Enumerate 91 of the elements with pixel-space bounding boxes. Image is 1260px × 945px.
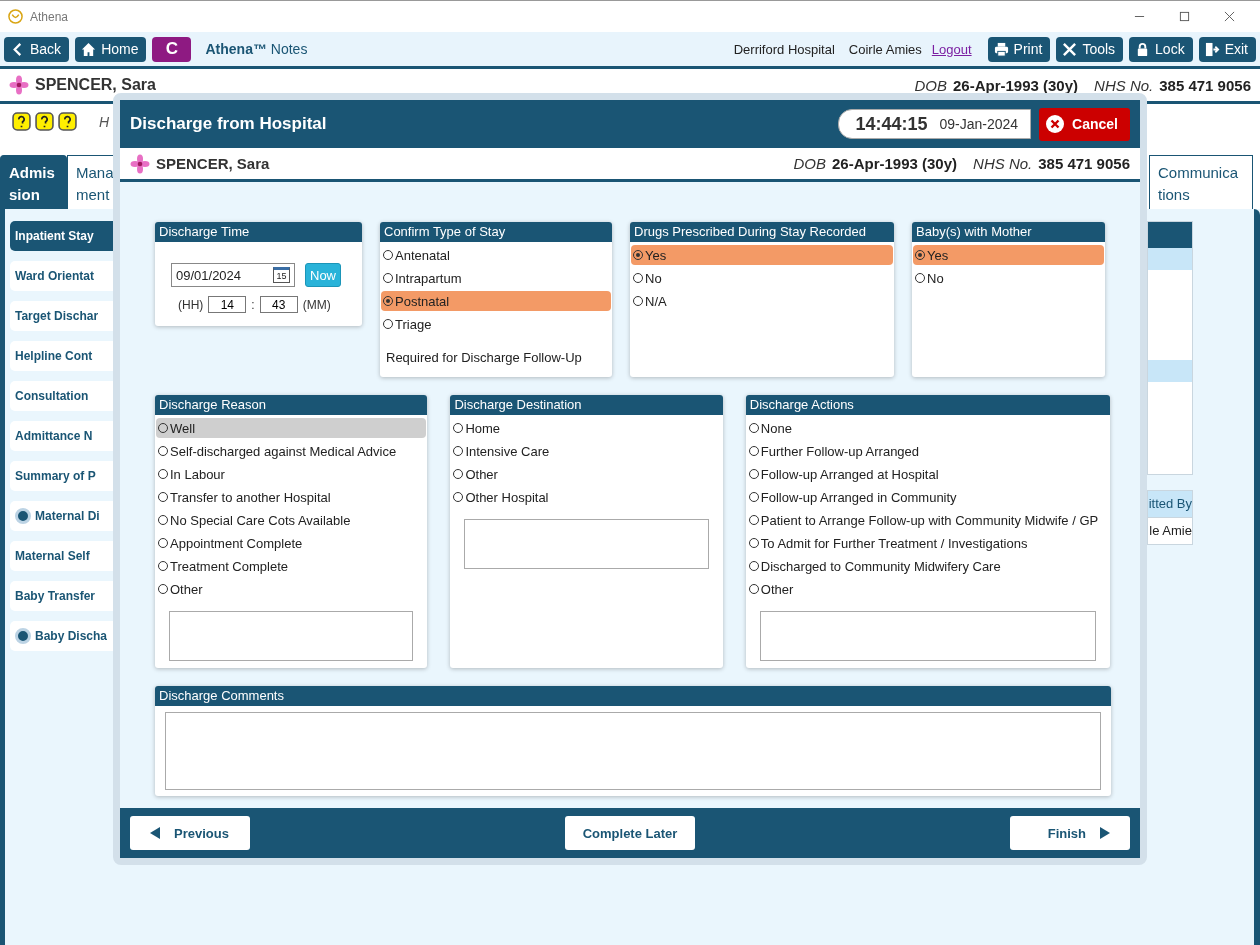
panel-title: Discharge Actions [745,395,1110,415]
radio-option[interactable]: Further Follow-up Arranged [746,441,1109,461]
tab[interactable]: Admis sion [0,155,67,209]
complete-later-button[interactable]: Complete Later [564,816,696,850]
dob-label: DOB [793,155,826,172]
lock-button[interactable]: Lock [1129,36,1193,62]
radio-option[interactable]: None [746,418,1109,438]
nhs-label: NHS No. [1094,76,1154,94]
patient-name: SPENCER, Sara [156,155,270,172]
flower-icon [130,153,150,174]
alert-icon[interactable] [35,112,54,131]
radio-option[interactable]: Follow-up Arranged in Community [746,487,1109,507]
tab[interactable]: Mana ment [67,155,115,209]
comments-field[interactable] [165,712,1101,790]
cancel-button[interactable]: Cancel [1039,107,1130,141]
panel-title: Discharge Comments [155,686,1111,706]
exit-icon [1204,41,1220,57]
dob-value: 26-Apr-1993 (30y) [832,155,958,172]
app-logo-icon [8,9,23,24]
nhs-label: NHS No. [973,155,1033,172]
info-text: H [99,114,110,130]
panel-title: Confirm Type of Stay [380,222,612,242]
home-icon [81,41,97,57]
back-button[interactable]: Back [4,36,70,62]
radio-option[interactable]: Other [746,579,1109,599]
window-title: Athena [30,9,69,24]
home-button[interactable]: Home [75,36,147,62]
tools-button[interactable]: Tools [1056,36,1124,62]
nhs-value: 385 471 9056 [1159,76,1251,94]
c-button[interactable]: C [152,36,192,62]
dialog-title: Discharge from Hospital [130,114,327,134]
dob-label: DOB [914,76,947,94]
panel-title: Discharge Time [155,222,362,242]
radio-option[interactable]: Follow-up Arranged at Hospital [746,464,1109,484]
flower-icon [9,75,29,95]
nhs-value: 385 471 9056 [1038,155,1130,172]
radio-option[interactable]: Postnatal [381,291,611,311]
column-header: itted By [1147,490,1193,518]
radio-option[interactable]: Yes [913,245,1104,265]
finish-button[interactable]: Finish [1010,816,1130,850]
radio-option[interactable]: Discharged to Community Midwifery Care [746,556,1109,576]
clock-time: 14:44:15 [855,113,928,135]
maximize-icon[interactable] [1179,11,1190,22]
app-brand: Athena™ Notes [205,41,308,57]
previous-button[interactable]: Previous [130,816,250,850]
radio-option[interactable]: To Admit for Further Treatment / Investigations [746,533,1109,553]
close-circle-icon [1045,114,1066,134]
minutes-field[interactable]: 43 [259,296,298,313]
printer-icon [993,41,1009,57]
panel-title: Discharge Destination [450,395,723,415]
radio-option[interactable]: Intensive Care [451,441,722,461]
radio-option[interactable]: Well [156,418,427,438]
panel-title: Discharge Reason [155,395,428,415]
tools-icon [1062,41,1078,57]
radio-option[interactable]: Antenatal [381,245,611,265]
hours-field[interactable]: 14 [208,296,247,313]
close-icon[interactable] [1224,11,1235,22]
print-button[interactable]: Print [987,36,1051,62]
hospital-name: Derriford Hospital [733,41,835,57]
text-field[interactable] [169,611,414,661]
text-field[interactable] [759,611,1096,661]
radio-option[interactable]: Other Hospital [451,487,722,507]
note-text: Required for Discharge Follow-Up [386,350,583,365]
calendar-icon[interactable]: 15 [273,267,290,283]
radio-option[interactable]: No [631,268,893,288]
date-field[interactable]: 09/01/2024 15 [171,263,295,287]
dob-value: 26-Apr-1993 (30y) [953,76,1079,94]
radio-option[interactable]: Patient to Arrange Follow-up with Community Midwife / GP [746,510,1109,530]
triangle-left-icon [148,826,162,840]
text-field[interactable] [464,519,709,569]
time-separator: : [251,297,255,312]
minutes-label: (MM) [302,297,331,312]
tab[interactable]: Communica tions [1149,155,1253,209]
patient-name: SPENCER, Sara [35,76,156,94]
exit-button[interactable]: Exit [1198,36,1256,62]
alert-icon[interactable] [12,112,31,131]
user-name: Coirle Amies [848,41,922,57]
clock-date: 09-Jan-2024 [939,116,1019,132]
table-cell: le Amie [1147,518,1193,545]
radio-option[interactable]: Home [451,418,722,438]
radio-option[interactable]: Intrapartum [381,268,611,288]
radio-option[interactable]: Triage [381,314,611,334]
panel-title: Drugs Prescribed During Stay Recorded [630,222,894,242]
radio-option[interactable]: No [913,268,1104,288]
panel-title: Baby(s) with Mother [912,222,1105,242]
radio-option[interactable]: N/A [631,291,893,311]
triangle-right-icon [1098,826,1112,840]
alert-icon[interactable] [58,112,77,131]
radio-option[interactable]: Yes [631,245,893,265]
radio-option[interactable]: Other [451,464,722,484]
logout-link[interactable]: Logout [931,41,972,57]
